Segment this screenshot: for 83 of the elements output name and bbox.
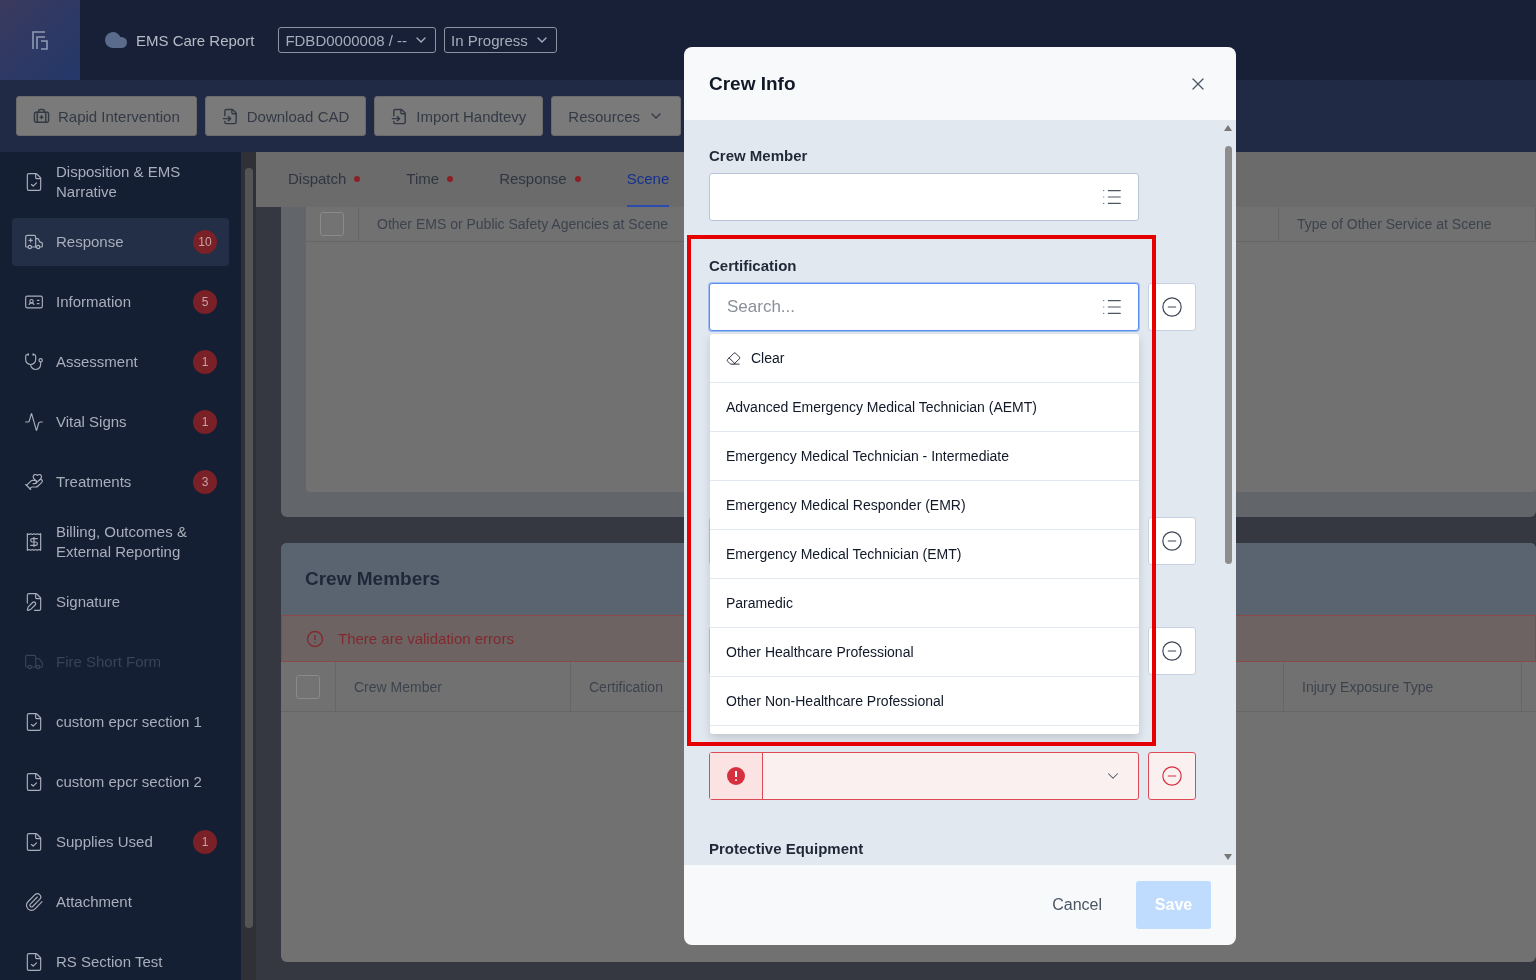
sidebar-item[interactable]: Disposition & EMS Narrative <box>12 152 229 212</box>
sidebar-label: Billing, Outcomes & External Reporting <box>56 522 188 562</box>
minus-circle-icon <box>1161 640 1183 662</box>
count-badge: 1 <box>193 410 217 434</box>
sidebar-item[interactable]: custom epcr section 2 <box>12 752 229 812</box>
medical-kit-icon <box>33 107 50 125</box>
sidebar-item[interactable]: Attachment <box>12 872 229 932</box>
sidebar-item[interactable]: custom epcr section 1 <box>12 692 229 752</box>
clear-option[interactable]: Clear <box>710 334 1139 383</box>
file-import-icon <box>391 107 409 125</box>
dropdown-option[interactable]: Emergency Medical Technician - Intermediate <box>710 432 1139 481</box>
sidebar-item[interactable]: Vital Signs 1 <box>12 392 229 452</box>
select-all-checkbox[interactable] <box>296 674 320 699</box>
crew-member-field[interactable] <box>709 173 1139 221</box>
pulse-icon <box>24 412 44 432</box>
truck-icon <box>24 652 44 672</box>
sidebar-label: Treatments <box>56 472 133 492</box>
alert-icon <box>306 629 324 648</box>
sidebar-label: Attachment <box>56 892 133 912</box>
app-logo[interactable] <box>0 0 80 80</box>
sidebar-label: Vital Signs <box>56 412 128 432</box>
count-badge: 3 <box>193 470 217 494</box>
document-pen-icon <box>24 592 44 612</box>
count-badge: 5 <box>193 290 217 314</box>
sidebar-item[interactable]: RS Section Test <box>12 932 229 980</box>
dropdown-option[interactable]: Other Healthcare Professional <box>710 628 1139 677</box>
select-all-checkbox[interactable] <box>320 212 344 236</box>
sidebar-item[interactable]: Billing, Outcomes & External Reporting <box>12 512 229 572</box>
sidebar-label: Supplies Used <box>56 832 154 852</box>
report-title: EMS Care Report <box>136 31 255 49</box>
sidebar-label: Disposition & EMS Narrative <box>56 162 182 202</box>
scroll-up-icon[interactable] <box>1223 124 1233 132</box>
sidebar-label: Information <box>56 292 133 312</box>
minus-circle-icon <box>1161 530 1183 552</box>
record-select[interactable]: FDBD0000008 / -- <box>278 27 437 53</box>
count-badge: 1 <box>193 350 217 374</box>
file-import-icon <box>221 107 239 125</box>
document-check-icon <box>24 832 44 852</box>
sidebar-item[interactable]: Supplies Used 1 <box>12 812 229 872</box>
dropdown-option[interactable]: Emergency Medical Technician (EMT) <box>710 530 1139 579</box>
sidebar-item[interactable]: Assessment 1 <box>12 332 229 392</box>
scrollbar[interactable] <box>1222 124 1234 861</box>
document-check-icon <box>24 712 44 732</box>
scroll-down-icon[interactable] <box>1223 853 1233 861</box>
hand-plus-icon <box>24 472 44 492</box>
crew-cost-select[interactable] <box>709 752 1139 800</box>
ambulance-icon <box>24 232 44 252</box>
sidebar-item[interactable]: Signature <box>12 572 229 632</box>
certification-search-field[interactable]: Search... <box>709 283 1139 331</box>
paperclip-icon <box>24 892 44 912</box>
document-check-icon <box>24 172 44 192</box>
sidebar-item[interactable]: Response 10 <box>12 218 229 266</box>
field-label: Crew Member <box>709 147 808 165</box>
count-badge: 10 <box>193 230 217 254</box>
minus-circle-icon <box>1161 765 1183 787</box>
dropdown-option[interactable]: Other Non-Healthcare Professional <box>710 677 1139 726</box>
field-label: Certification <box>709 257 797 275</box>
sidebar-item[interactable]: Treatments 3 <box>12 452 229 512</box>
minus-circle-icon <box>1161 296 1183 318</box>
count-badge: 1 <box>193 830 217 854</box>
remove-button[interactable] <box>1148 752 1196 800</box>
dialog-title: Crew Info <box>709 72 796 95</box>
dropdown-option[interactable]: Advanced Emergency Medical Technician (AEMT) <box>710 383 1139 432</box>
sidebar-label: Assessment <box>56 352 139 372</box>
dropdown-option[interactable]: Emergency Medical Responder (EMR) <box>710 481 1139 530</box>
scrollbar[interactable] <box>241 152 256 980</box>
validation-message: There are validation errors <box>338 630 514 647</box>
sidebar-label: custom epcr section 1 <box>56 712 203 732</box>
dropdown-option[interactable]: Paramedic <box>710 579 1139 628</box>
sidebar-label: Signature <box>56 592 122 612</box>
document-check-icon <box>24 952 44 972</box>
sidebar-item[interactable]: Information 5 <box>12 272 229 332</box>
sidebar-label: Response <box>56 232 125 252</box>
sidebar-label: RS Section Test <box>56 952 164 972</box>
receipt-icon <box>24 532 44 552</box>
error-icon <box>726 766 746 786</box>
sidebar-label: custom epcr section 2 <box>56 772 203 792</box>
document-check-icon <box>24 772 44 792</box>
eraser-icon <box>726 350 741 366</box>
section-label: Protective Equipment <box>709 840 864 858</box>
status-select[interactable]: In Progress <box>444 27 557 53</box>
cancel-button[interactable]: Cancel <box>1046 895 1108 915</box>
stethoscope-icon <box>24 352 44 372</box>
